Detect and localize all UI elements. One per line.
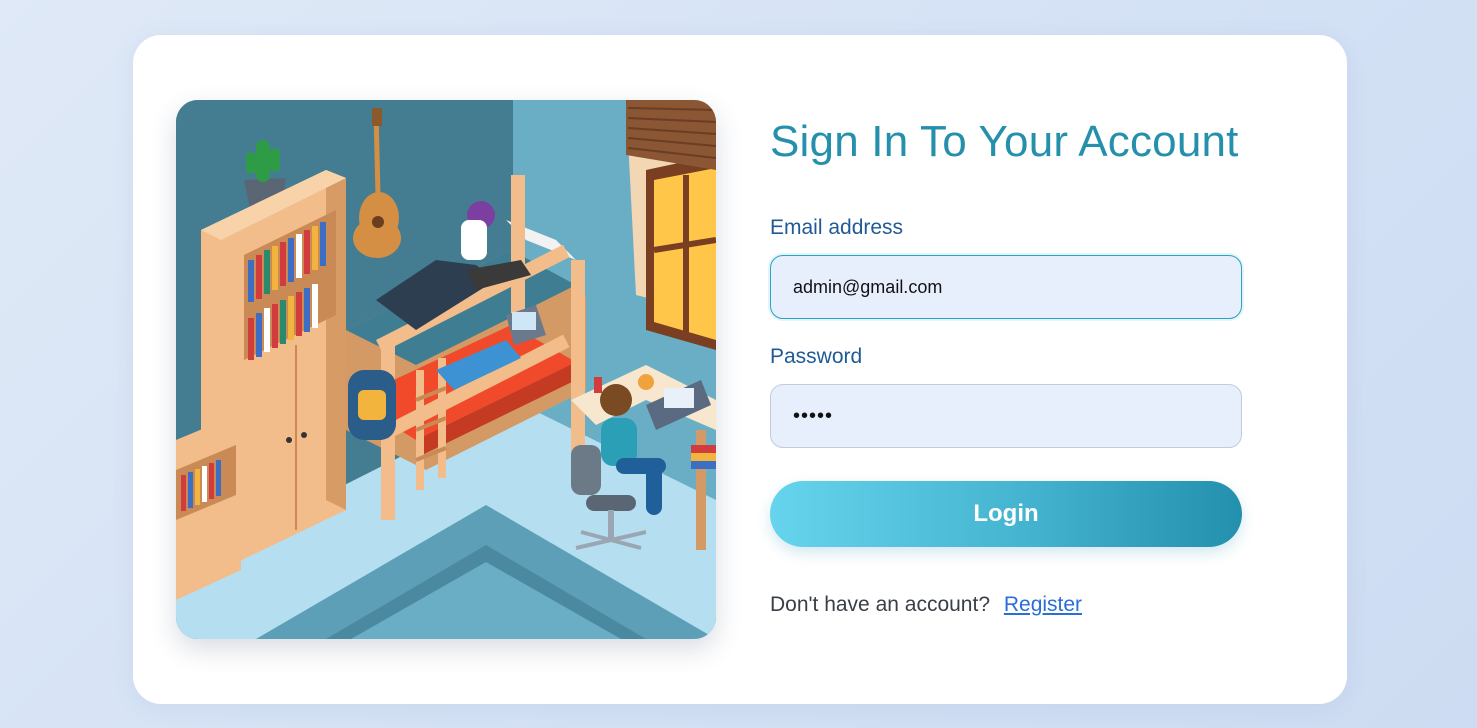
register-prompt: Don't have an account?	[770, 593, 990, 616]
password-field[interactable]	[770, 384, 1242, 448]
email-field[interactable]	[770, 255, 1242, 319]
login-card: Sign In To Your Account Email address Pa…	[133, 35, 1347, 704]
email-label: Email address	[770, 216, 904, 239]
register-row: Don't have an account? Register	[770, 593, 1082, 617]
password-label: Password	[770, 345, 863, 368]
login-button[interactable]: Login	[770, 481, 1242, 547]
register-link[interactable]: Register	[1004, 593, 1082, 616]
dorm-room-illustration	[176, 100, 716, 639]
page-title: Sign In To Your Account	[770, 117, 1239, 166]
